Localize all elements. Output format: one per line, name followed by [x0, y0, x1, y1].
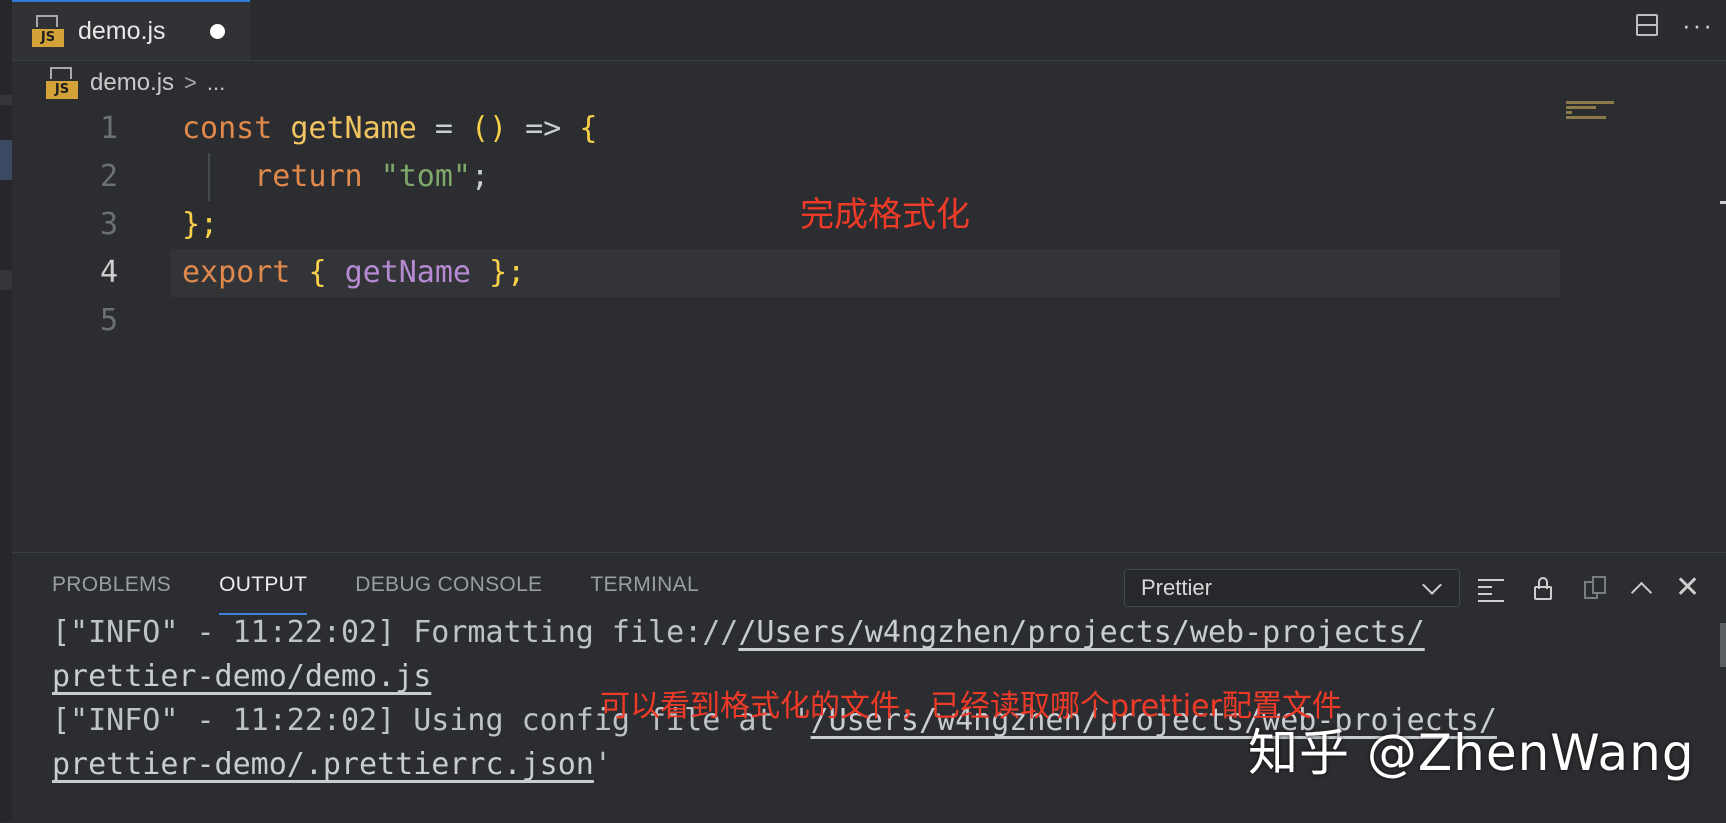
tab-terminal[interactable]: TERMINAL [590, 573, 699, 607]
panel-tabs: PROBLEMS OUTPUT DEBUG CONSOLE TERMINAL [52, 573, 699, 615]
strip-marker [0, 95, 12, 105]
bottom-panel: PROBLEMS OUTPUT DEBUG CONSOLE TERMINAL P… [12, 552, 1726, 823]
tab-demo-js[interactable]: JS demo.js [12, 0, 250, 60]
split-editor-icon[interactable] [1636, 14, 1659, 36]
more-actions-icon[interactable]: ··· [1682, 12, 1714, 38]
code-editor[interactable]: 1 2 3 4 5 const getName = () => { return… [12, 101, 1726, 552]
tab-output[interactable]: OUTPUT [219, 573, 308, 615]
output-path-link[interactable]: /Users/w4ngzhen/projects/web-projects/ [738, 615, 1424, 650]
open-in-editor-icon[interactable] [1582, 575, 1608, 601]
code-line-3: }; [182, 207, 219, 242]
lock-scroll-icon[interactable] [1530, 575, 1556, 601]
code-line-1: const getName = () => { [182, 111, 598, 146]
line-number: 5 [99, 303, 118, 338]
minimap[interactable] [1566, 101, 1626, 119]
line-number: 2 [99, 159, 118, 194]
activity-strip [0, 0, 12, 822]
line-number: 1 [99, 111, 118, 146]
chevron-down-icon [1422, 575, 1442, 595]
output-channel-value: Prettier [1141, 575, 1212, 600]
js-file-icon: JS [32, 15, 64, 47]
panel-actions: ✕ [1478, 571, 1700, 605]
unsaved-dot-icon[interactable] [209, 23, 225, 39]
output-channel-select[interactable]: Prettier [1124, 569, 1460, 607]
code-line-2: return "tom"; [254, 159, 490, 194]
strip-marker [0, 140, 12, 180]
panel-scrollbar[interactable] [1720, 623, 1726, 667]
line-number-gutter: 1 2 3 4 5 [12, 105, 170, 552]
annotation-formatted: 完成格式化 [800, 195, 970, 235]
strip-marker [0, 270, 12, 290]
line-number: 3 [99, 207, 118, 242]
breadcrumb: JS demo.js > ... [12, 61, 1726, 105]
editor-actions: ··· [1636, 12, 1714, 38]
tab-debug-console[interactable]: DEBUG CONSOLE [355, 573, 542, 607]
close-panel-icon[interactable]: ✕ [1675, 573, 1700, 603]
output-line-2: prettier-demo/demo.js [52, 655, 431, 699]
chevron-right-icon: > [184, 70, 197, 95]
output-line-4: prettier-demo/.prettierrc.json' [52, 747, 612, 782]
watermark: 知乎 @ZhenWang [1248, 724, 1695, 782]
breadcrumb-symbols[interactable]: ... [207, 70, 225, 96]
breadcrumb-file[interactable]: demo.js [90, 69, 174, 97]
code-line-4: export { getName }; [182, 255, 526, 290]
js-file-icon: JS [46, 67, 78, 99]
code-area[interactable]: const getName = () => { return "tom"; };… [170, 101, 1726, 552]
maximize-panel-icon[interactable] [1630, 581, 1653, 603]
tab-title: demo.js [78, 16, 166, 45]
editor-tab-bar: JS demo.js ··· [12, 0, 1726, 61]
line-number-active: 4 [99, 255, 118, 290]
clear-output-icon[interactable] [1478, 575, 1504, 602]
output-line-1: ["INFO" - 11:22:02] Formatting file:///U… [52, 615, 1425, 650]
output-path-link[interactable]: prettier-demo/.prettierrc.json [52, 747, 594, 782]
scrollbar-marker [1720, 201, 1726, 204]
output-path-link[interactable]: prettier-demo/demo.js [52, 659, 431, 694]
tab-problems[interactable]: PROBLEMS [52, 573, 171, 607]
annotation-config-read: 可以看到格式化的文件，已经读取哪个prettier配置文件 [600, 689, 1342, 724]
